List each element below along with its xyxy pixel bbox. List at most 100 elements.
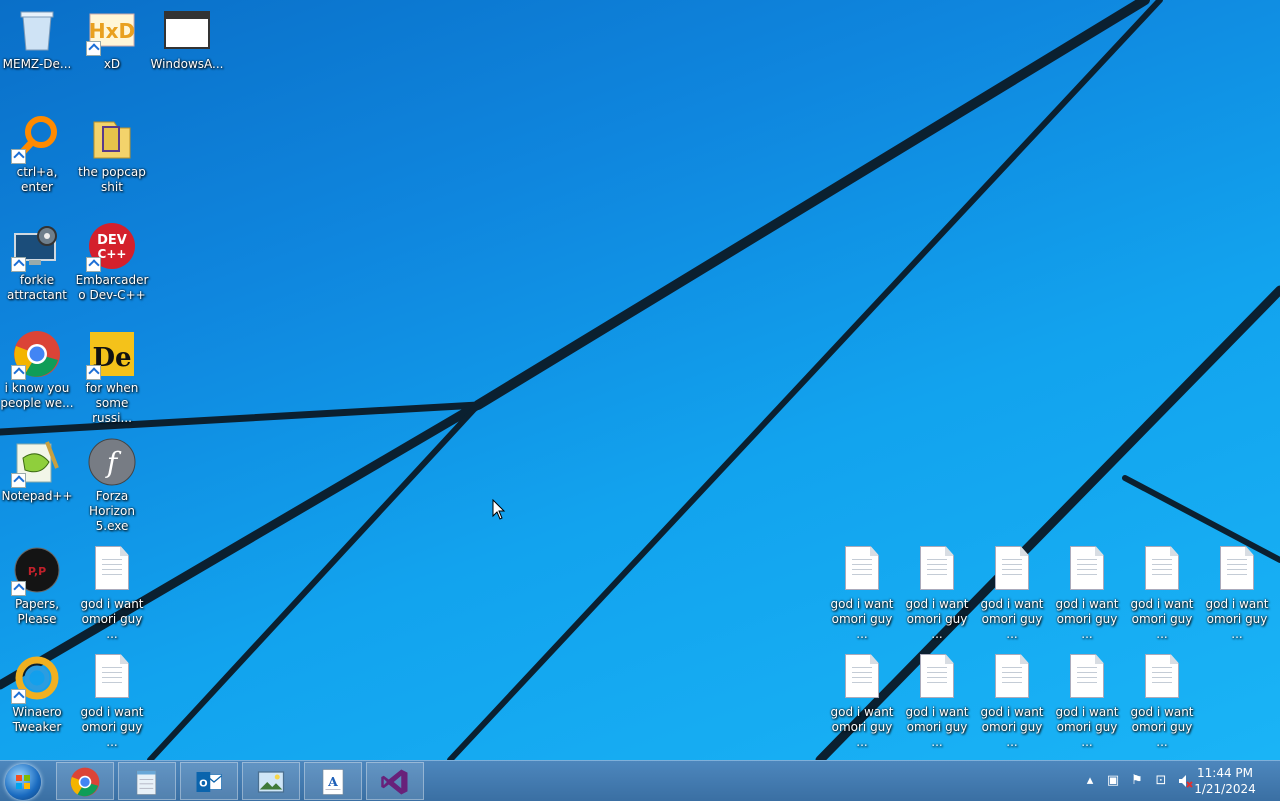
- icon-label: god i want omori guy ...: [830, 597, 894, 641]
- desktop-icon-de-app[interactable]: De for when some russi...: [75, 324, 149, 425]
- text-document-icon: [95, 654, 129, 698]
- desktop[interactable]: MEMZ-De... ctrl+a, enter forkie attracta…: [0, 0, 1280, 760]
- taskbar: O A ▴ ▣ ⚑ ⊡ 11:44 PM 1/21/2024: [0, 760, 1280, 801]
- folder-icon: [88, 114, 136, 162]
- taskbar-visual-studio-button[interactable]: [366, 762, 424, 800]
- wordpad-icon: A: [322, 769, 344, 795]
- icon-label: forkie attractant: [6, 273, 68, 302]
- desktop-icon-devcpp[interactable]: DEV C++ Embarcadero Dev-C++: [75, 216, 149, 316]
- shortcut-arrow-icon: [11, 581, 26, 596]
- text-document-icon: [995, 654, 1029, 698]
- desktop-icon-recycle-bin[interactable]: MEMZ-De...: [0, 0, 74, 100]
- text-document-icon: [1220, 546, 1254, 590]
- icon-label: god i want omori guy ...: [1205, 597, 1269, 641]
- desktop-icon-text-file[interactable]: god i want omori guy ...: [900, 540, 974, 641]
- system-clock[interactable]: 11:44 PM 1/21/2024: [1190, 765, 1260, 797]
- desktop-icon-ctrl-a-enter[interactable]: ctrl+a, enter: [0, 108, 74, 208]
- icon-label: Embarcadero Dev-C++: [75, 273, 149, 302]
- desktop-icon-text-file[interactable]: god i want omori guy ...: [825, 540, 899, 641]
- flash-icon: f: [88, 438, 136, 486]
- mouse-cursor-icon: [492, 499, 506, 520]
- desktop-icon-text-file[interactable]: god i want omori guy ...: [1125, 648, 1199, 749]
- chrome-icon: [70, 767, 100, 797]
- text-document-icon: [95, 546, 129, 590]
- taskbar-photo-viewer-button[interactable]: [242, 762, 300, 800]
- network-flyout-icon[interactable]: ▣: [1105, 773, 1121, 789]
- desktop-icon-text-file[interactable]: god i want omori guy ...: [900, 648, 974, 749]
- text-document-icon: [1070, 654, 1104, 698]
- outlook-icon: O: [196, 772, 222, 792]
- icon-label: MEMZ-De...: [2, 57, 72, 71]
- windows-logo-icon: [16, 775, 30, 789]
- icon-label: god i want omori guy ...: [1055, 705, 1119, 749]
- desktop-icon-text-file[interactable]: god i want omori guy ...: [825, 648, 899, 749]
- svg-text:C++: C++: [98, 247, 127, 261]
- desktop-icon-papers-please[interactable]: P,P Papers, Please: [0, 540, 74, 640]
- wallpaper: [0, 0, 1280, 760]
- icon-label: god i want omori guy ...: [1130, 705, 1194, 749]
- text-document-icon: [920, 546, 954, 590]
- clock-time: 11:44 PM: [1197, 766, 1253, 780]
- desktop-icon-forza[interactable]: f Forza Horizon 5.exe: [75, 432, 149, 533]
- desktop-icon-text-file[interactable]: god i want omori guy ...: [1050, 540, 1124, 641]
- desktop-icon-xd[interactable]: HxD xD: [75, 0, 149, 100]
- icon-label: Papers, Please: [14, 597, 60, 626]
- show-hidden-icons-icon[interactable]: ▴: [1082, 773, 1098, 789]
- shortcut-arrow-icon: [11, 365, 26, 380]
- svg-text:P,P: P,P: [28, 565, 46, 578]
- icon-label: Forza Horizon 5.exe: [89, 489, 135, 533]
- devcpp-icon: DEV C++: [86, 222, 136, 272]
- text-document-icon: [1145, 546, 1179, 590]
- icon-label: god i want omori guy ...: [980, 705, 1044, 749]
- taskbar-notepad-button[interactable]: [118, 762, 176, 800]
- icon-label: god i want omori guy ...: [80, 597, 144, 641]
- network-icon[interactable]: ⊡: [1153, 773, 1169, 789]
- desktop-icon-text-file[interactable]: god i want omori guy ...: [975, 540, 1049, 641]
- icon-label: i know you people we...: [0, 381, 74, 410]
- text-document-icon: [845, 546, 879, 590]
- icon-label: god i want omori guy ...: [1130, 597, 1194, 641]
- desktop-icon-text-file[interactable]: god i want omori guy ...: [75, 648, 149, 749]
- icon-label: Notepad++: [1, 489, 73, 503]
- papers-please-icon: P,P: [11, 546, 61, 596]
- chrome-icon: [11, 330, 61, 380]
- desktop-icon-windows-app[interactable]: WindowsA...: [150, 0, 224, 100]
- shortcut-arrow-icon: [86, 41, 101, 56]
- svg-text:O: O: [199, 778, 208, 789]
- icon-label: Winaero Tweaker: [12, 705, 62, 734]
- icon-label: god i want omori guy ...: [905, 705, 969, 749]
- action-center-flag-icon[interactable]: ⚑: [1129, 773, 1145, 789]
- start-button[interactable]: [5, 764, 41, 800]
- icon-label: WindowsA...: [150, 57, 224, 71]
- clock-date: 1/21/2024: [1194, 782, 1256, 796]
- taskbar-outlook-button[interactable]: O: [180, 762, 238, 800]
- window-app-icon: [163, 6, 211, 54]
- icon-label: god i want omori guy ...: [1055, 597, 1119, 641]
- desktop-icon-text-file[interactable]: god i want omori guy ...: [1200, 540, 1274, 641]
- desktop-icon-text-file[interactable]: god i want omori guy ...: [1125, 540, 1199, 641]
- taskbar-wordpad-button[interactable]: A: [304, 762, 362, 800]
- icon-label: for when some russi...: [85, 381, 139, 425]
- desktop-icon-text-file[interactable]: god i want omori guy ...: [75, 540, 149, 641]
- notepadpp-icon: [11, 438, 61, 488]
- photo-viewer-icon: [257, 771, 285, 793]
- notepad-icon: [136, 770, 157, 795]
- icon-label: god i want omori guy ...: [80, 705, 144, 749]
- icon-label: ctrl+a, enter: [16, 165, 58, 194]
- desktop-icon-notepadpp[interactable]: Notepad++: [0, 432, 74, 532]
- desktop-icon-chrome[interactable]: i know you people we...: [0, 324, 74, 424]
- desktop-icon-popcap-folder[interactable]: the popcap shit: [75, 108, 149, 208]
- desktop-icon-forkie-attractant[interactable]: forkie attractant: [0, 216, 74, 316]
- winaero-icon: [11, 654, 61, 704]
- desktop-icon-text-file[interactable]: god i want omori guy ...: [1050, 648, 1124, 749]
- shortcut-arrow-icon: [11, 149, 26, 164]
- shortcut-arrow-icon: [11, 473, 26, 488]
- visual-studio-icon: [381, 769, 408, 795]
- shortcut-arrow-icon: [11, 257, 26, 272]
- desktop-icon-winaero-tweaker[interactable]: Winaero Tweaker: [0, 648, 74, 748]
- desktop-icon-text-file[interactable]: god i want omori guy ...: [975, 648, 1049, 749]
- recycle-bin-icon: [13, 6, 61, 54]
- text-document-icon: [1070, 546, 1104, 590]
- taskbar-chrome-button[interactable]: [56, 762, 114, 800]
- icon-label: god i want omori guy ...: [905, 597, 969, 641]
